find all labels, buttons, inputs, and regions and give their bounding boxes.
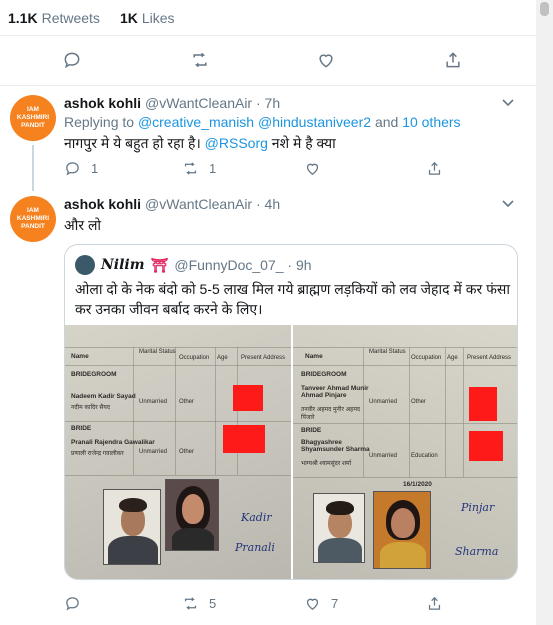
like-count: 7 bbox=[331, 596, 339, 611]
quoted-author-line: Nilim ⛩ @FunnyDoc_07_ · 9h bbox=[75, 255, 312, 275]
main-tweet-action-bar bbox=[0, 36, 536, 86]
retweet-icon bbox=[184, 597, 197, 610]
redaction-block bbox=[469, 387, 497, 421]
redaction-block bbox=[233, 385, 263, 411]
replying-to: Replying to @creative_manish @hindustani… bbox=[64, 114, 461, 130]
like-button[interactable] bbox=[304, 160, 331, 177]
thread-connector bbox=[32, 145, 34, 191]
redaction-block bbox=[469, 431, 503, 461]
author-name[interactable]: ashok kohli bbox=[64, 95, 141, 111]
redaction-block bbox=[223, 425, 265, 453]
bride-photo bbox=[165, 479, 219, 551]
author-name[interactable]: ashok kohli bbox=[64, 196, 141, 212]
reply-button[interactable]: 1 bbox=[64, 160, 98, 177]
retweets-count[interactable]: 1.1K bbox=[8, 10, 38, 26]
author-handle[interactable]: @vWantCleanAir · 4h bbox=[145, 196, 280, 212]
quoted-author-handle: @FunnyDoc_07_ · 9h bbox=[174, 257, 312, 273]
likes-label[interactable]: Likes bbox=[142, 10, 175, 26]
reply-icon bbox=[66, 597, 79, 611]
quoted-tweet[interactable]: Nilim ⛩ @FunnyDoc_07_ · 9h ओला दो के नेक… bbox=[64, 244, 518, 580]
like-icon[interactable] bbox=[316, 50, 338, 72]
like-icon bbox=[306, 163, 319, 175]
retweet-icon bbox=[184, 162, 197, 175]
scrollbar[interactable] bbox=[536, 0, 553, 625]
retweets-label[interactable]: Retweets bbox=[42, 10, 100, 26]
tweet-actions: 5 7 bbox=[64, 595, 504, 615]
retweet-icon[interactable] bbox=[190, 50, 212, 72]
tweet-text: नागपुर मे ये बहुत हो रहा है। @RSSorg नशे… bbox=[64, 135, 336, 151]
author-handle[interactable]: @vWantCleanAir · 7h bbox=[145, 95, 280, 111]
retweet-count: 5 bbox=[209, 596, 217, 611]
chevron-down-icon[interactable] bbox=[502, 99, 514, 107]
reply-button[interactable] bbox=[64, 595, 91, 612]
groom-photo bbox=[103, 489, 161, 565]
likes-count[interactable]: 1K bbox=[120, 10, 138, 26]
torii-gate-icon: ⛩ bbox=[150, 256, 169, 273]
like-icon bbox=[306, 598, 319, 610]
replying-others-link[interactable]: 10 others bbox=[402, 114, 460, 130]
scrollbar-thumb[interactable] bbox=[540, 2, 549, 16]
mention-link[interactable]: @RSSorg bbox=[205, 135, 268, 151]
bride-photo bbox=[373, 491, 431, 569]
quoted-avatar bbox=[75, 255, 95, 275]
avatar[interactable]: IAM KASHMIRI PANDIT bbox=[10, 196, 56, 242]
replying-mentions[interactable]: @creative_manish @hindustaniveer2 bbox=[138, 114, 371, 130]
retweet-button[interactable]: 5 bbox=[182, 595, 216, 612]
avatar[interactable]: IAM KASHMIRI PANDIT bbox=[10, 95, 56, 141]
share-icon bbox=[428, 596, 441, 610]
like-button[interactable]: 7 bbox=[304, 595, 338, 612]
chevron-down-icon[interactable] bbox=[502, 200, 514, 208]
retweet-count: 1 bbox=[209, 161, 217, 176]
quoted-image-right[interactable]: Name Marital Status Occupation Age Prese… bbox=[293, 325, 517, 579]
author-line: ashok kohli @vWantCleanAir · 7h bbox=[64, 95, 280, 111]
reply-icon[interactable] bbox=[62, 50, 84, 72]
groom-photo bbox=[313, 493, 365, 563]
retweet-button[interactable]: 1 bbox=[182, 160, 216, 177]
share-button[interactable] bbox=[426, 595, 453, 612]
reply-count: 1 bbox=[91, 161, 99, 176]
author-line: ashok kohli @vWantCleanAir · 4h bbox=[64, 196, 280, 212]
quoted-image-left[interactable]: Name Marital Status Occupation Age Prese… bbox=[65, 325, 291, 579]
engagement-stats: 1.1K Retweets 1K Likes bbox=[0, 0, 536, 36]
tweet-text: और लो bbox=[64, 217, 102, 233]
share-icon[interactable] bbox=[443, 50, 465, 72]
quoted-text: ओला दो के नेक बंदो को 5-5 लाख मिल गये ब्… bbox=[75, 281, 510, 317]
tweet-actions: 1 1 bbox=[64, 160, 504, 180]
reply-icon bbox=[66, 162, 79, 176]
share-icon bbox=[428, 161, 441, 175]
share-button[interactable] bbox=[426, 160, 453, 177]
quoted-author-name: Nilim bbox=[101, 257, 145, 273]
